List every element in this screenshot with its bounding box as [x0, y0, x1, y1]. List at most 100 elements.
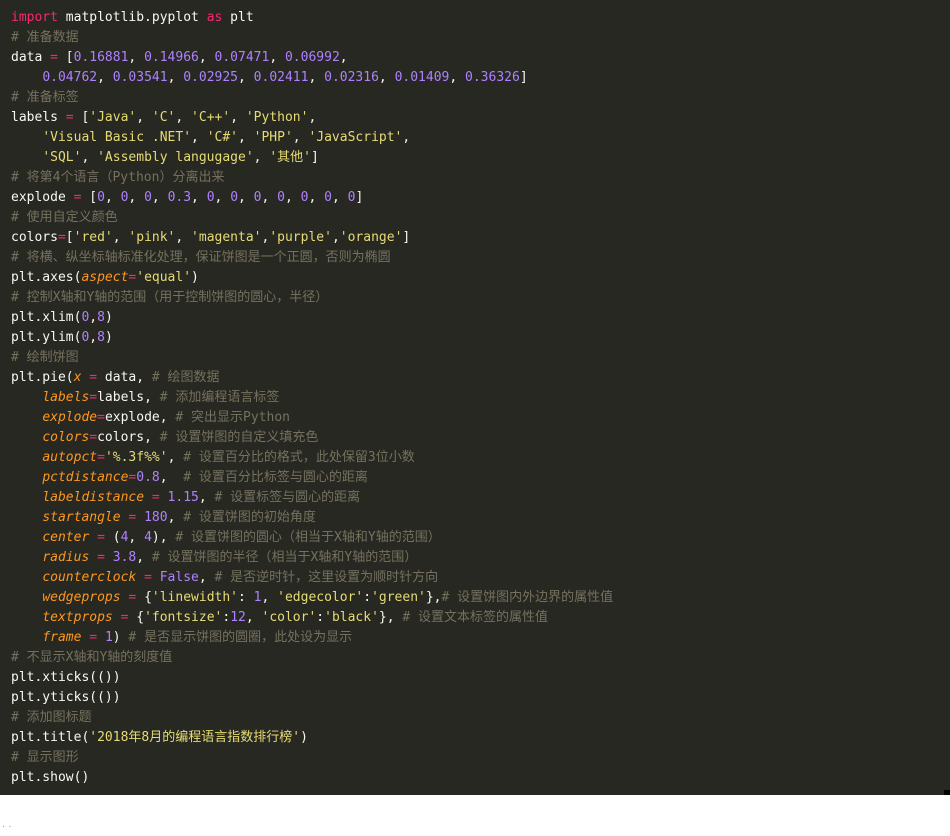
string-token: 'pink': [128, 230, 176, 245]
plain-token: ,: [238, 190, 254, 205]
number-token: 0.06992: [284, 50, 340, 65]
comment-token: # 使用自定义颜色: [11, 210, 118, 225]
code-line: # 显示图形: [11, 748, 613, 768]
plain-token: ): [112, 630, 129, 645]
string-token: 'orange': [339, 230, 403, 245]
plain-token: ,: [253, 150, 270, 165]
plain-token: colors,: [97, 430, 160, 445]
footer-text: · ·: [2, 822, 12, 833]
number-token: 0.02411: [253, 70, 309, 85]
string-token: 'green': [371, 590, 426, 605]
code-line: plt.ylim(0,8): [11, 328, 613, 348]
plain-token: [: [73, 110, 90, 125]
number-token: 1.15: [167, 490, 199, 505]
plain-token: ,: [128, 190, 145, 205]
comment-token: # 设置饼图的半径（相当于X轴和Y轴的范围）: [151, 550, 418, 565]
string-token: 'C': [151, 110, 176, 125]
plain-token: ,: [284, 190, 301, 205]
comment-token: # 设置饼图的初始角度: [183, 510, 316, 525]
comment-token: # 设置饼图内外边界的属性值: [441, 590, 614, 605]
plain-token: plt.title(: [11, 730, 90, 745]
plain-token: ,: [112, 230, 129, 245]
number-token: 8: [97, 310, 105, 325]
plain-token: [: [65, 230, 74, 245]
plain-token: ,: [245, 610, 262, 625]
plain-token: ,: [151, 190, 168, 205]
string-token: 'red': [73, 230, 113, 245]
plain-token: ,: [378, 70, 395, 85]
comment-token: # 设置百分比标签与圆心的距离: [183, 470, 368, 485]
comment-token: # 准备数据: [11, 30, 79, 45]
plain-token: ),: [151, 530, 176, 545]
keyword-token: =: [151, 490, 160, 505]
plain-token: ,: [198, 570, 215, 585]
plain-token: ,: [97, 70, 113, 85]
keyword-token: =: [89, 430, 98, 445]
comment-token: # 突出显示Python: [175, 410, 291, 425]
kwarg-token: autopct: [42, 450, 98, 465]
plain-token: labels,: [97, 390, 160, 405]
kwarg-token: explode: [42, 410, 98, 425]
keyword-token: as: [206, 10, 223, 25]
plain-token: explode,: [104, 410, 176, 425]
plain-token: ,: [331, 190, 348, 205]
plain-token: ,: [128, 50, 145, 65]
number-token: 0.07471: [214, 50, 270, 65]
kwarg-token: pctdistance: [42, 470, 129, 485]
plain-token: ,: [136, 110, 152, 125]
code-line: plt.xticks(()): [11, 668, 613, 688]
comment-token: # 绘图数据: [151, 370, 220, 385]
comment-token: # 将横、纵坐标轴标准化处理，保证饼图是一个正圆，否则为椭圆: [11, 250, 391, 265]
plain-token: ,: [89, 330, 98, 345]
code-line: 'Visual Basic .NET', 'C#', 'PHP', 'JavaS…: [11, 128, 613, 148]
code-line: startangle = 180, # 设置饼图的初始角度: [11, 508, 613, 528]
plain-token: {: [136, 590, 152, 605]
plain-token: },: [425, 590, 442, 605]
comment-token: # 绘制饼图: [11, 350, 79, 365]
plain-token: labels: [11, 110, 66, 125]
plain-token: },: [378, 610, 403, 625]
number-token: 0.3: [167, 190, 192, 205]
keyword-token: =: [65, 110, 74, 125]
keyword-token: =: [50, 50, 58, 65]
number-token: 0: [97, 190, 105, 205]
plain-token: ,: [159, 470, 184, 485]
comment-token: # 是否逆时针，这里设置为顺时针方向: [214, 570, 439, 585]
string-token: 'purple': [269, 230, 332, 245]
kwarg-token: labels: [42, 390, 90, 405]
plain-token: ,: [214, 190, 231, 205]
comment-token: # 添加图标题: [11, 710, 92, 725]
code-block[interactable]: import matplotlib.pyplot as plt # 准备数据 dat…: [11, 8, 613, 788]
comment-token: # 设置标签与圆心的距离: [214, 490, 361, 505]
kwarg-token: aspect: [81, 270, 129, 285]
plain-token: ,: [198, 50, 215, 65]
code-line: counterclock = False, # 是否逆时针，这里设置为顺时针方向: [11, 568, 613, 588]
keyword-token: =: [97, 450, 105, 465]
plain-token: ,: [167, 70, 184, 85]
number-token: False: [159, 570, 199, 585]
plain-token: ,: [198, 490, 215, 505]
code-line: colors=colors, # 设置饼图的自定义填充色: [11, 428, 613, 448]
number-token: 0.02925: [183, 70, 239, 85]
comment-token: # 不显示X轴和Y轴的刻度值: [11, 650, 173, 665]
code-line: plt.axes(aspect='equal'): [11, 268, 613, 288]
code-line: plt.pie(x = data, # 绘图数据: [11, 368, 613, 388]
number-token: 0: [206, 190, 215, 205]
plain-token: ,: [167, 450, 184, 465]
code-editor[interactable]: import matplotlib.pyplot as plt # 准备数据 dat…: [0, 0, 950, 795]
code-line: data = [0.16881, 0.14966, 0.07471, 0.069…: [11, 48, 613, 68]
plain-token: ]: [519, 70, 528, 85]
plain-token: {: [128, 610, 145, 625]
number-token: 0: [324, 190, 332, 205]
number-token: 0.36326: [465, 70, 520, 85]
keyword-token: =: [144, 570, 152, 585]
plain-token: colors: [11, 230, 58, 245]
